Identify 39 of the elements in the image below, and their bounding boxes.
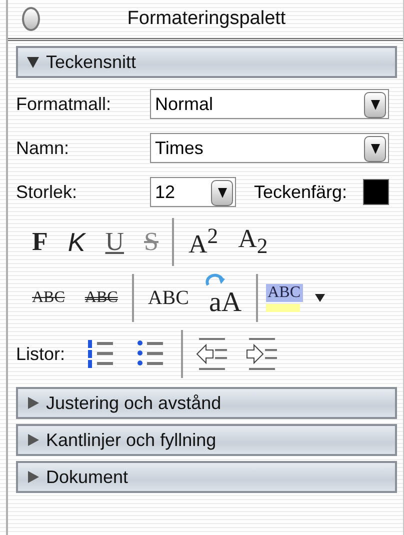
highlight-button[interactable]: ABC <box>266 284 302 302</box>
dropdown-button[interactable] <box>364 92 386 118</box>
down-triangle-icon <box>370 99 380 111</box>
field-label: Storlek: <box>16 182 78 202</box>
smallcaps-button[interactable]: ABC <box>142 286 195 310</box>
section-header[interactable]: Justering och avstånd <box>16 387 397 419</box>
italic-button[interactable]: K <box>62 226 92 258</box>
dropdown-button[interactable] <box>364 136 386 162</box>
strike-button[interactable]: ABC <box>26 289 71 307</box>
field-label: Formatmall: <box>16 94 112 114</box>
outdent-arrow-icon[interactable] <box>195 336 230 372</box>
plain-button[interactable]: A$^{2}$ <box>182 224 224 260</box>
collapse-triangle-icon <box>26 55 40 69</box>
bold-button[interactable]: F <box>26 227 54 257</box>
shadow-button[interactable]: S <box>138 227 164 257</box>
dropdown-button[interactable] <box>211 180 233 206</box>
size-dropdown[interactable]: 12 <box>150 177 236 207</box>
down-triangle-icon <box>218 187 226 199</box>
expand-triangle-icon <box>26 396 40 410</box>
field-label: Namn: <box>16 138 70 158</box>
section-header[interactable]: Dokument <box>16 461 397 493</box>
dropdown-field[interactable]: Times <box>150 133 389 163</box>
indent-arrow-icon[interactable] <box>245 336 280 372</box>
section-header[interactable]: Teckensnitt <box>16 46 397 78</box>
font-color-label: Teckenfärg: <box>254 182 348 202</box>
section-header[interactable]: Kantlinjer och fyllning <box>16 424 397 456</box>
window-button[interactable] <box>22 7 40 31</box>
lists-label: Listor: <box>16 344 66 364</box>
caret-icon[interactable] <box>314 294 324 302</box>
color-swatch[interactable] <box>363 179 389 205</box>
plain-button[interactable]: A$_{2}$ <box>232 224 274 260</box>
dropdown-field[interactable]: Normal <box>150 89 389 119</box>
underline-button[interactable]: U <box>99 227 130 257</box>
expand-triangle-icon <box>26 470 40 484</box>
change-case-button[interactable]: aA <box>202 277 248 319</box>
double-strike-button[interactable]: ABC <box>78 289 124 307</box>
window-title: Formateringspalett <box>126 8 287 30</box>
down-triangle-icon <box>370 143 380 155</box>
expand-triangle-icon <box>26 433 40 447</box>
